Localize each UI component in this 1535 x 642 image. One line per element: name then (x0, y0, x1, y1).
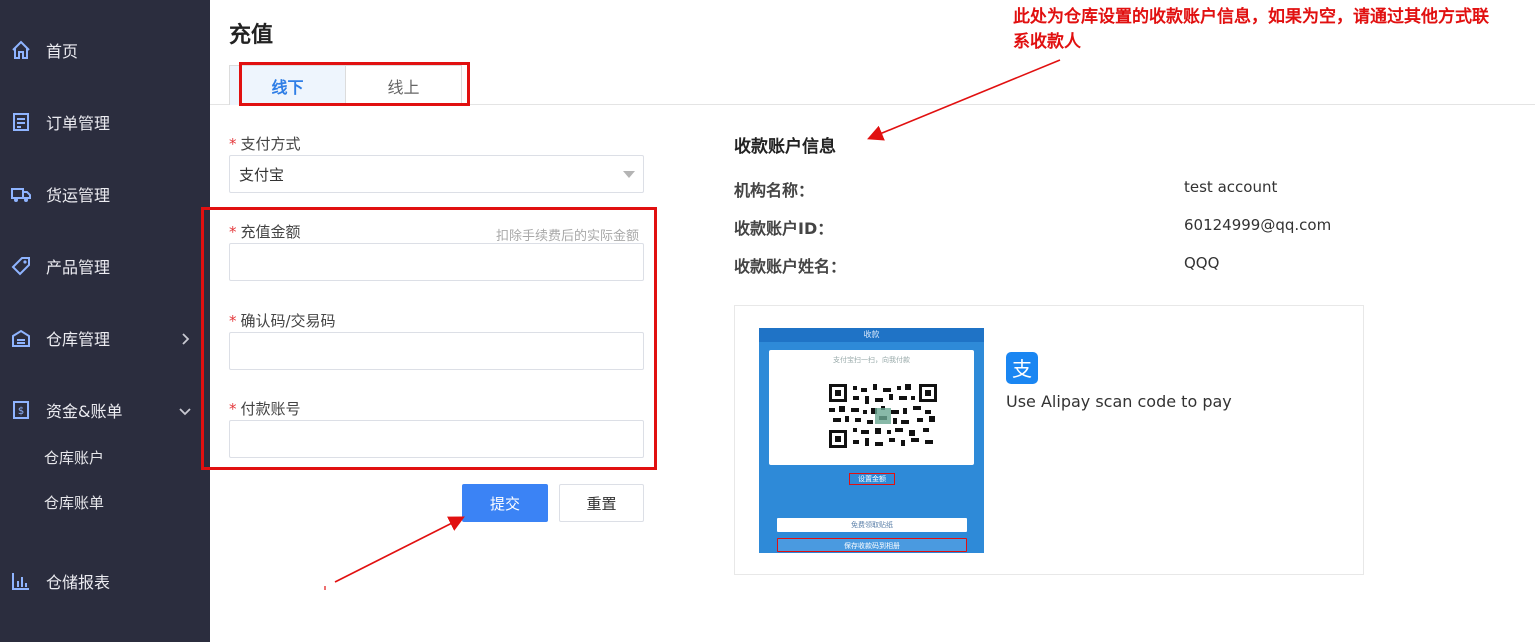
payment-method-select[interactable]: 支付宝 (229, 155, 644, 193)
highlight-box-tabs (239, 62, 470, 106)
bar-chart-icon (10, 570, 32, 592)
alipay-instruction: Use Alipay scan code to pay (1006, 392, 1232, 411)
sidebar-subitem-warehouse-account[interactable]: 仓库账户 (44, 447, 104, 468)
page-title: 充值 (229, 23, 274, 48)
reset-button[interactable]: 重置 (559, 484, 644, 522)
account-id-value: 60124999@qq.com (1184, 216, 1332, 234)
sidebar-item-finance[interactable]: $ 资金&账单 (0, 390, 210, 430)
submit-button[interactable]: 提交 (462, 484, 548, 522)
arrow-to-account-info (867, 59, 1061, 141)
sidebar-item-warehouse[interactable]: 仓库管理 (0, 318, 210, 358)
sidebar-item-label: 首页 (46, 42, 79, 61)
caret-down-icon (623, 171, 635, 178)
sidebar-item-home[interactable]: 首页 (0, 30, 210, 70)
account-name-label: 收款账户姓名： (734, 257, 847, 276)
sidebar-item-label: 仓储报表 (46, 573, 111, 592)
account-id-label: 收款账户ID： (734, 219, 834, 238)
svg-text:$: $ (18, 406, 24, 417)
truck-icon (10, 183, 32, 205)
tag-icon (10, 255, 32, 277)
qr-code-panel: 收款 支付宝扫一扫，向我付款 设置金额 免费领取贴纸 保存收款码到相册 (734, 305, 1364, 575)
order-icon (10, 111, 32, 133)
ledger-icon: $ (10, 399, 32, 421)
account-info-title: 收款账户信息 (734, 137, 836, 157)
sidebar-item-products[interactable]: 产品管理 (0, 246, 210, 286)
sidebar-item-label: 仓库管理 (46, 330, 111, 349)
qr-caption: 支付宝扫一扫，向我付款 (833, 356, 910, 364)
org-name-value: test account (1184, 178, 1278, 196)
chevron-down-icon (178, 403, 192, 417)
home-icon (10, 39, 32, 61)
qr-card: 支付宝扫一扫，向我付款 (769, 350, 974, 465)
sidebar-item-orders[interactable]: 订单管理 (0, 102, 210, 142)
org-name-label: 机构名称： (734, 181, 815, 200)
payment-method-label: * 支付方式 (229, 135, 301, 153)
alipay-logo-icon: 支 (1006, 352, 1038, 384)
sidebar-item-label: 订单管理 (46, 114, 111, 133)
warehouse-icon (10, 327, 32, 349)
qr-code-icon (829, 384, 937, 448)
sidebar: 首页 订单管理 货运管理 产品管理 仓库管理 $ 资金&账单 仓库账户 仓库账单… (0, 0, 210, 642)
sidebar-item-label: 货运管理 (46, 186, 111, 205)
set-amount-link: 设置金额 (849, 473, 895, 485)
alipay-qr-screenshot: 收款 支付宝扫一扫，向我付款 设置金额 免费领取贴纸 保存收款码到相册 (759, 328, 984, 553)
sidebar-item-label: 资金&账单 (46, 402, 123, 421)
phone-sticker-button: 免费领取贴纸 (777, 518, 967, 532)
payment-method-value: 支付宝 (239, 165, 285, 184)
alipay-glyph: 支 (1012, 357, 1032, 381)
sidebar-item-shipping[interactable]: 货运管理 (0, 174, 210, 214)
highlight-box-form (201, 207, 657, 470)
sidebar-item-reports[interactable]: 仓储报表 (0, 561, 210, 601)
chevron-right-icon (178, 331, 192, 345)
account-name-value: QQQ (1184, 254, 1220, 272)
phone-title: 收款 (759, 328, 984, 342)
sidebar-item-label: 产品管理 (46, 258, 111, 277)
arrow-to-submit (334, 516, 465, 583)
phone-save-button: 保存收款码到相册 (777, 538, 967, 552)
annotation-text: 此处为仓库设置的收款账户信息，如果为空，请通过其他方式联系收款人 (1013, 7, 1489, 52)
sidebar-subitem-warehouse-bill[interactable]: 仓库账单 (44, 492, 104, 513)
